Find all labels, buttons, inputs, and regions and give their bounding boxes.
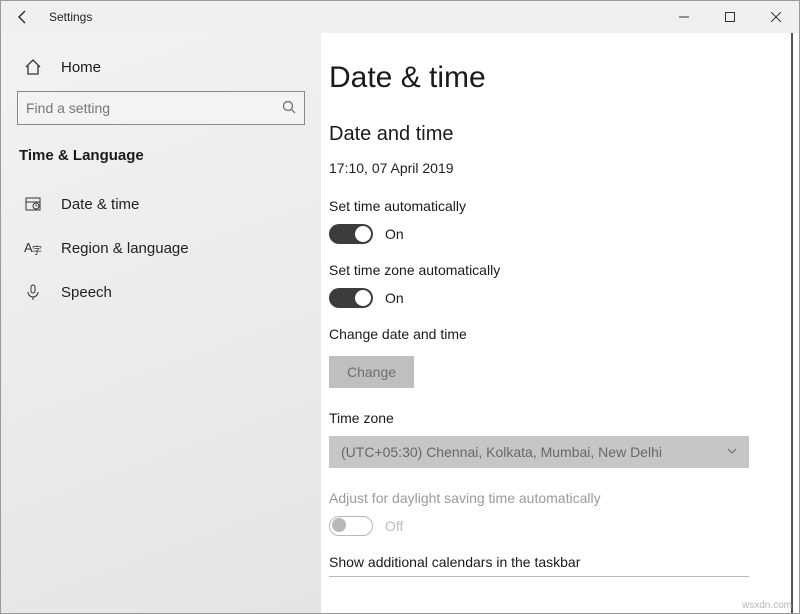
set-time-auto-toggle-row: On bbox=[329, 224, 769, 244]
dst-toggle bbox=[329, 516, 373, 536]
sidebar-item-speech[interactable]: Speech bbox=[17, 270, 305, 314]
sidebar-item-date-time[interactable]: Date & time bbox=[17, 182, 305, 226]
settings-window: Settings Home bbox=[0, 0, 800, 614]
section-heading: Date and time bbox=[329, 123, 769, 146]
additional-calendars-label: Show additional calendars in the taskbar bbox=[329, 554, 769, 570]
set-tz-auto-label: Set time zone automatically bbox=[329, 262, 769, 278]
timezone-select[interactable]: (UTC+05:30) Chennai, Kolkata, Mumbai, Ne… bbox=[329, 436, 749, 468]
set-tz-auto-toggle[interactable] bbox=[329, 288, 373, 308]
home-label: Home bbox=[61, 59, 101, 76]
maximize-icon bbox=[725, 12, 735, 22]
search-input[interactable] bbox=[26, 100, 282, 116]
set-tz-auto-toggle-row: On bbox=[329, 288, 769, 308]
search-icon bbox=[282, 100, 296, 117]
svg-text:字: 字 bbox=[32, 244, 42, 257]
mic-icon bbox=[23, 282, 43, 302]
arrow-left-icon bbox=[15, 9, 31, 25]
current-datetime: 17:10, 07 April 2019 bbox=[329, 160, 769, 176]
dst-label: Adjust for daylight saving time automati… bbox=[329, 490, 769, 506]
back-button[interactable] bbox=[1, 1, 45, 33]
sidebar-item-label: Speech bbox=[61, 284, 112, 301]
minimize-icon bbox=[679, 12, 689, 22]
dst-state: Off bbox=[385, 518, 403, 534]
watermark: wsxdn.com bbox=[742, 600, 792, 611]
sidebar-section-title: Time & Language bbox=[17, 147, 305, 164]
close-button[interactable] bbox=[753, 1, 799, 33]
set-time-auto-label: Set time automatically bbox=[329, 198, 769, 214]
dst-toggle-row: Off bbox=[329, 516, 769, 536]
sidebar: Home Time & Language Date & time A字 R bbox=[1, 33, 321, 613]
home-nav[interactable]: Home bbox=[17, 51, 305, 91]
search-input-container[interactable] bbox=[17, 91, 305, 125]
additional-calendars-select-top[interactable] bbox=[329, 576, 749, 577]
change-button[interactable]: Change bbox=[329, 356, 414, 388]
sidebar-item-label: Date & time bbox=[61, 196, 139, 213]
content-area: Home Time & Language Date & time A字 R bbox=[1, 33, 799, 613]
maximize-button[interactable] bbox=[707, 1, 753, 33]
globe-icon: A字 bbox=[23, 238, 43, 258]
clock-icon bbox=[23, 194, 43, 214]
main-panel: Date & time Date and time 17:10, 07 Apri… bbox=[321, 33, 799, 613]
sidebar-item-label: Region & language bbox=[61, 240, 189, 257]
window-controls bbox=[661, 1, 799, 33]
timezone-label: Time zone bbox=[329, 410, 769, 426]
close-icon bbox=[771, 12, 781, 22]
toggle-knob bbox=[355, 290, 371, 306]
set-time-auto-state: On bbox=[385, 226, 404, 242]
toggle-knob bbox=[355, 226, 371, 242]
timezone-value: (UTC+05:30) Chennai, Kolkata, Mumbai, Ne… bbox=[341, 444, 662, 460]
set-tz-auto-state: On bbox=[385, 290, 404, 306]
chevron-down-icon bbox=[727, 445, 737, 459]
app-title: Settings bbox=[49, 10, 661, 24]
titlebar: Settings bbox=[1, 1, 799, 33]
minimize-button[interactable] bbox=[661, 1, 707, 33]
scrollbar[interactable] bbox=[791, 33, 793, 613]
page-title: Date & time bbox=[329, 61, 769, 95]
change-dt-label: Change date and time bbox=[329, 326, 769, 342]
toggle-knob bbox=[332, 518, 346, 532]
set-time-auto-toggle[interactable] bbox=[329, 224, 373, 244]
home-icon bbox=[23, 57, 43, 77]
sidebar-item-region[interactable]: A字 Region & language bbox=[17, 226, 305, 270]
